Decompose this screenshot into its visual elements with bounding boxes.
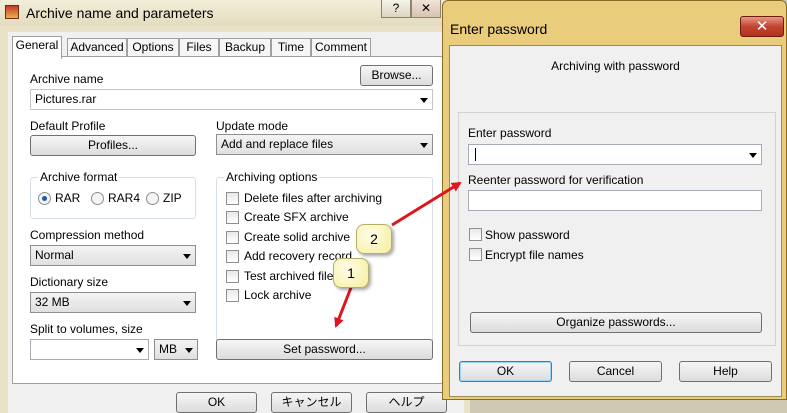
archive-name-value: Pictures.rar [35, 92, 97, 106]
reenter-password-input[interactable] [468, 190, 762, 211]
password-dialog-client: Archiving with password Enter password R… [449, 45, 782, 397]
option-label: Test archived files [244, 269, 340, 283]
radio-rar4-label: RAR4 [108, 191, 141, 205]
tab-time[interactable]: Time [271, 38, 311, 57]
chevron-down-icon [183, 301, 191, 306]
winrar-app-icon [5, 5, 19, 19]
radio-rar4[interactable] [91, 192, 104, 205]
set-password-button[interactable]: Set password... [216, 339, 433, 360]
split-unit-value: MB [159, 342, 177, 356]
split-unit-select[interactable]: MB [154, 339, 198, 360]
compression-method-select[interactable]: Normal [30, 245, 196, 266]
tab-general[interactable]: General [12, 36, 62, 59]
chevron-down-icon [420, 143, 428, 148]
main-titlebar[interactable]: Archive name and parameters ? ✕ [0, 0, 470, 26]
default-profile-label: Default Profile [30, 119, 106, 133]
option-label: Create SFX archive [244, 210, 349, 224]
radio-rar-label: RAR [55, 191, 81, 205]
archive-format-group: Archive format RAR RAR4 ZIP [30, 170, 196, 219]
tab-comment[interactable]: Comment [311, 38, 371, 57]
archiving-options-group: Archiving options Delete files after arc… [216, 170, 433, 343]
password-dialog-close-button[interactable]: ✕ [740, 16, 784, 37]
main-cancel-button[interactable]: キャンセル [271, 392, 352, 413]
archive-name-label: Archive name [30, 72, 104, 86]
browse-button[interactable]: Browse... [360, 65, 433, 86]
reenter-password-label: Reenter password for verification [468, 173, 644, 187]
password-dialog-title: Enter password [450, 21, 548, 37]
archive-parameters-window: Archive name and parameters ? ✕ General … [0, 0, 470, 413]
archiving-options-title: Archiving options [224, 170, 320, 184]
organize-passwords-button[interactable]: Organize passwords... [470, 312, 762, 333]
show-password-label: Show password [485, 228, 570, 242]
checkbox-show-password[interactable] [469, 228, 482, 241]
checkbox-test-files[interactable] [226, 270, 239, 283]
annotation-callout-1: 1 [333, 258, 369, 288]
main-ok-button[interactable]: OK [176, 392, 257, 413]
chevron-down-icon [420, 98, 428, 103]
radio-zip-label: ZIP [163, 191, 182, 205]
general-tab-panel: Archive name Browse... Pictures.rar Defa… [12, 56, 458, 384]
chevron-down-icon [136, 348, 144, 353]
main-close-button[interactable]: ✕ [411, 0, 441, 18]
password-ok-button[interactable]: OK [459, 361, 552, 382]
password-cancel-button[interactable]: Cancel [569, 361, 662, 382]
compression-method-label: Compression method [30, 228, 145, 242]
radio-rar[interactable] [38, 192, 51, 205]
chevron-down-icon [749, 153, 757, 158]
update-mode-label: Update mode [216, 119, 289, 133]
option-label: Create solid archive [244, 230, 351, 244]
dictionary-size-select[interactable]: 32 MB [30, 292, 196, 313]
tab-advanced[interactable]: Advanced [67, 38, 127, 57]
dictionary-size-value: 32 MB [35, 295, 70, 309]
chevron-down-icon [183, 254, 191, 259]
enter-password-label: Enter password [468, 126, 552, 140]
text-cursor [475, 148, 476, 161]
checkbox-create-sfx[interactable] [226, 211, 239, 224]
tab-options[interactable]: Options [127, 38, 179, 57]
annotation-callout-2: 2 [356, 224, 392, 254]
update-mode-value: Add and replace files [221, 137, 334, 151]
checkbox-recovery-record[interactable] [226, 250, 239, 263]
help-title-button[interactable]: ? [381, 0, 411, 18]
tab-files[interactable]: Files [179, 38, 219, 57]
option-label: Lock archive [244, 288, 312, 302]
profiles-button[interactable]: Profiles... [30, 135, 196, 156]
tab-backup[interactable]: Backup [219, 38, 271, 57]
checkbox-encrypt-file-names[interactable] [469, 248, 482, 261]
checkbox-delete-files[interactable] [226, 192, 239, 205]
checkbox-lock-archive[interactable] [226, 289, 239, 302]
main-help-button[interactable]: ヘルプ [366, 392, 447, 413]
split-volumes-input[interactable] [30, 339, 149, 360]
enter-password-dialog: Enter password ✕ Archiving with password… [442, 0, 787, 400]
password-fields-panel: Enter password Reenter password for veri… [458, 112, 776, 346]
password-input[interactable] [468, 144, 762, 165]
checkbox-solid-archive[interactable] [226, 231, 239, 244]
update-mode-select[interactable]: Add and replace files [216, 134, 433, 155]
compression-method-value: Normal [35, 248, 74, 262]
main-window-title: Archive name and parameters [26, 5, 214, 21]
main-client-area: General Advanced Options Files Backup Ti… [8, 32, 464, 413]
password-dialog-header: Archiving with password [551, 59, 680, 73]
split-volumes-label: Split to volumes, size [30, 322, 143, 336]
archive-format-title: Archive format [38, 170, 120, 184]
chevron-down-icon [185, 348, 193, 353]
encrypt-file-names-label: Encrypt file names [485, 248, 584, 262]
radio-zip[interactable] [146, 192, 159, 205]
password-help-button[interactable]: Help [679, 361, 772, 382]
dictionary-size-label: Dictionary size [30, 275, 109, 289]
option-label: Delete files after archiving [244, 191, 383, 205]
archive-name-field[interactable]: Pictures.rar [30, 89, 433, 110]
